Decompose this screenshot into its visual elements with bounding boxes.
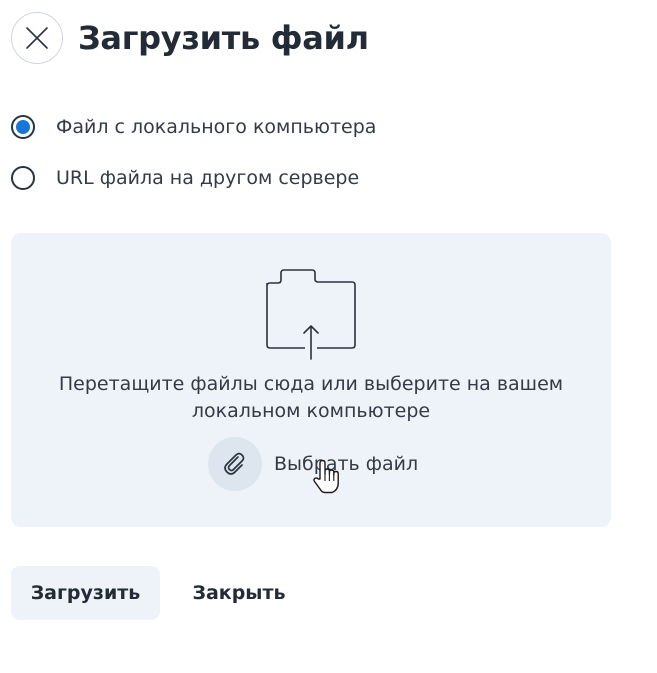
upload-button[interactable]: Загрузить <box>11 566 160 620</box>
dropzone-text-line1: Перетащите файлы сюда или выберите на ва… <box>58 373 564 395</box>
file-dropzone[interactable]: Перетащите файлы сюда или выберите на ва… <box>11 233 611 527</box>
radio-button-local[interactable] <box>11 115 35 139</box>
paperclip-icon <box>224 452 245 475</box>
folder-upload-icon <box>266 269 356 360</box>
close-button[interactable]: Закрыть <box>178 566 300 620</box>
hand-pointer-cursor-icon <box>313 459 339 494</box>
radio-button-url[interactable] <box>11 166 35 190</box>
radio-url-label: URL файла на другом сервере <box>56 167 360 189</box>
dropzone-instructions: Перетащите файлы сюда или выберите на ва… <box>11 371 611 425</box>
close-dialog-button[interactable] <box>11 12 63 64</box>
radio-local-file[interactable]: Файл с локального компьютера <box>11 115 376 139</box>
choose-file-label: Выбрать файл <box>274 453 419 475</box>
radio-url-file[interactable]: URL файла на другом сервере <box>11 166 359 190</box>
paperclip-button[interactable] <box>208 437 262 491</box>
close-icon <box>26 27 48 49</box>
radio-local-label: Файл с локального компьютера <box>56 116 377 138</box>
dialog-title: Загрузить файл <box>78 19 369 57</box>
dropzone-text-line2: локальном компьютере <box>191 400 431 422</box>
